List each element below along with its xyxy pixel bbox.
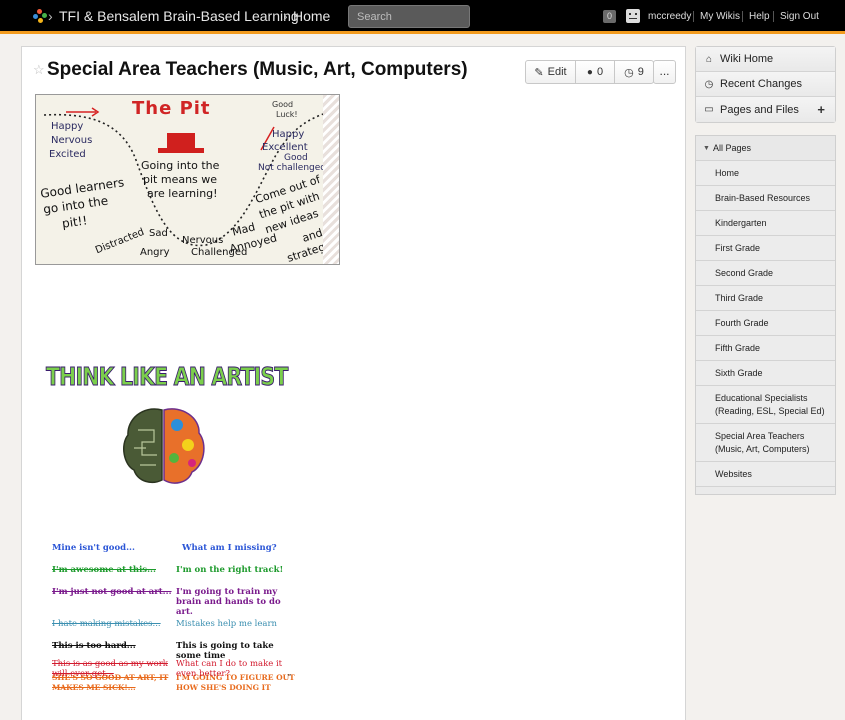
username-link[interactable]: mccreedy [648, 11, 691, 22]
breadcrumb-separator: › [48, 8, 53, 24]
notification-count[interactable]: 0 [603, 10, 616, 23]
search-input[interactable] [348, 5, 470, 28]
sign-out-link[interactable]: Sign Out [780, 11, 819, 22]
recent-changes-link[interactable]: ◷ Recent Changes [696, 72, 835, 97]
pencil-icon: ✎ [534, 66, 544, 79]
all-pages-list: ▼ All Pages Home Brain-Based Resources K… [695, 135, 836, 495]
my-wikis-link[interactable]: My Wikis [700, 11, 740, 22]
sidebar-item-first-grade[interactable]: First Grade [696, 236, 835, 261]
brain-icon [122, 408, 205, 484]
the-pit-image: The Pit Happy Nervous Excited Good learn… [35, 94, 340, 265]
sidebar-item-fourth-grade[interactable]: Fourth Grade [696, 311, 835, 336]
add-page-icon[interactable]: + [817, 102, 825, 117]
page-actions: ✎ Edit ● 0 ◷ 9 [525, 60, 654, 84]
wiki-nav: ⌂ Wiki Home ◷ Recent Changes ▭ Pages and… [695, 46, 836, 123]
sidebar-item-educational-specialists[interactable]: Educational Specialists (Reading, ESL, S… [696, 386, 835, 424]
sidebar: ⌂ Wiki Home ◷ Recent Changes ▭ Pages and… [695, 46, 836, 495]
sidebar-item-sixth-grade[interactable]: Sixth Grade [696, 361, 835, 386]
home-icon: ⌂ [705, 53, 713, 65]
sidebar-item-special-area-teachers[interactable]: Special Area Teachers (Music, Art, Compu… [696, 424, 835, 462]
comment-icon: ● [586, 66, 593, 78]
artist-row-growth: What can I do to make it even better? [176, 659, 283, 679]
page-title: Special Area Teachers (Music, Art, Compu… [47, 59, 468, 80]
favorite-star-icon[interactable]: ☆ [33, 62, 45, 78]
help-link[interactable]: Help [749, 11, 770, 22]
breadcrumb-home[interactable]: Home [293, 8, 330, 24]
all-pages-toggle[interactable]: ▼ All Pages [696, 136, 835, 161]
more-button[interactable]: ... [653, 60, 676, 84]
sidebar-item-websites[interactable]: Websites [696, 462, 835, 487]
caret-down-icon: ▼ [703, 144, 710, 152]
avatar[interactable] [626, 9, 640, 23]
breadcrumb-separator: › [283, 8, 288, 24]
pages-and-files-link[interactable]: ▭ Pages and Files + [696, 97, 835, 122]
sidebar-item-second-grade[interactable]: Second Grade [696, 261, 835, 286]
comments-button[interactable]: ● 0 [576, 61, 615, 83]
wikispaces-logo-icon[interactable] [33, 9, 47, 23]
sidebar-item-fifth-grade[interactable]: Fifth Grade [696, 336, 835, 361]
pit-heading: The Pit [132, 98, 211, 119]
file-icon: ▭ [704, 104, 714, 115]
sidebar-item-brain-based-resources[interactable]: Brain-Based Resources [696, 186, 835, 211]
top-bar: › TFI & Bensalem Brain-Based Learning › … [0, 0, 845, 34]
sidebar-item-third-grade[interactable]: Third Grade [696, 286, 835, 311]
history-button[interactable]: ◷ 9 [615, 61, 653, 83]
page-content: ☆ Special Area Teachers (Music, Art, Com… [21, 46, 686, 720]
sidebar-item-home[interactable]: Home [696, 161, 835, 186]
clock-icon: ◷ [624, 66, 634, 79]
clock-icon: ◷ [704, 78, 714, 90]
artist-heading: THINK LIKE AN ARTIST [46, 362, 289, 392]
wiki-home-link[interactable]: ⌂ Wiki Home [696, 47, 835, 72]
think-like-an-artist-image: THINK LIKE AN ARTIST Mine isn't good... … [42, 352, 302, 692]
breadcrumb-wiki[interactable]: TFI & Bensalem Brain-Based Learning [59, 8, 299, 24]
sidebar-item-kindergarten[interactable]: Kindergarten [696, 211, 835, 236]
artist-row-fixed: This is as good as my work will ever get… [52, 659, 168, 679]
edit-button[interactable]: ✎ Edit [526, 61, 576, 83]
trailing-mark: " [288, 673, 291, 682]
